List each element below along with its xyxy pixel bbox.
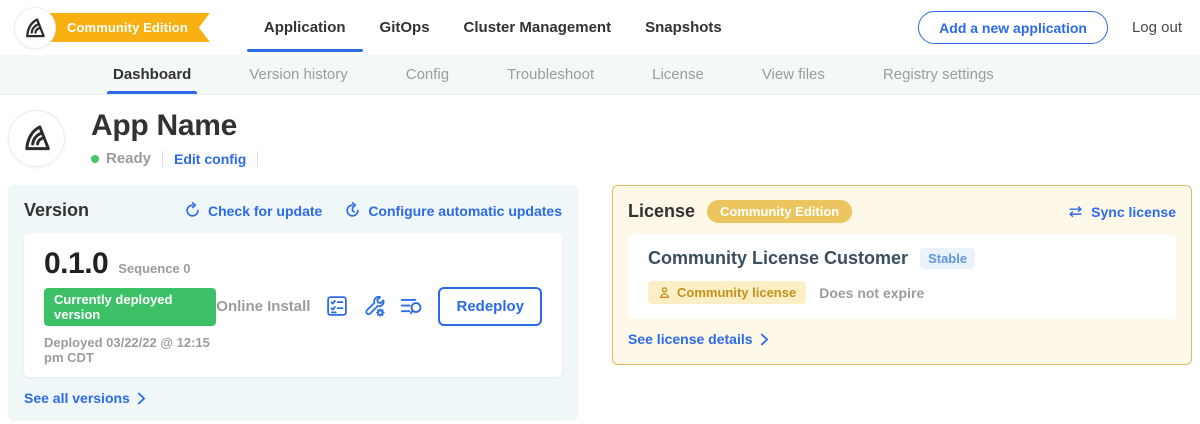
see-all-versions-link[interactable]: See all versions — [24, 390, 146, 406]
version-info: 0.1.0 Sequence 0 Currently deployed vers… — [44, 247, 216, 365]
topnav-actions: Add a new application Log out — [918, 11, 1182, 44]
checklist-icon[interactable] — [325, 294, 349, 318]
swap-arrows-icon — [1067, 203, 1084, 220]
license-type-row: Community license Does not expire — [648, 281, 1156, 304]
subnav-item-dashboard[interactable]: Dashboard — [113, 55, 191, 94]
community-edition-badge: Community Edition — [707, 200, 852, 223]
license-card-title: License — [628, 201, 695, 222]
subnav-item-license[interactable]: License — [652, 55, 704, 94]
tab-snapshots[interactable]: Snapshots — [645, 0, 722, 55]
add-new-application-button[interactable]: Add a new application — [918, 11, 1108, 44]
version-action-icons — [325, 294, 423, 318]
chevron-right-icon — [137, 392, 146, 405]
tab-label: Snapshots — [645, 19, 722, 36]
version-number: 0.1.0 — [44, 247, 108, 281]
tab-cluster-management[interactable]: Cluster Management — [464, 0, 612, 55]
version-card-actions: Check for update Configure automatic upd… — [184, 202, 562, 219]
dashboard-cards: Version Check for update Configure au — [0, 173, 1200, 421]
check-for-update-link[interactable]: Check for update — [184, 202, 322, 219]
green-status-dot-icon — [91, 155, 99, 163]
link-label: Configure automatic updates — [368, 203, 562, 219]
version-number-row: 0.1.0 Sequence 0 — [44, 247, 216, 281]
top-navigation: Community Edition Application GitOps Clu… — [0, 0, 1200, 55]
subnav-item-view-files[interactable]: View files — [762, 55, 825, 94]
see-license-details-link[interactable]: See license details — [628, 331, 769, 347]
chevron-right-icon — [760, 333, 769, 346]
link-label: Sync license — [1091, 204, 1176, 220]
edit-config-link[interactable]: Edit config — [174, 151, 246, 167]
deployed-timestamp: Deployed 03/22/22 @ 12:15 pm CDT — [44, 335, 216, 365]
license-title-group: License Community Edition — [628, 200, 852, 223]
expiry-text: Does not expire — [819, 285, 924, 301]
license-card-header: License Community Edition Sync license — [628, 200, 1176, 223]
subnav-item-registry-settings[interactable]: Registry settings — [883, 55, 994, 94]
refresh-arrow-icon — [184, 202, 201, 219]
install-type-label: Online Install — [216, 298, 310, 315]
divider — [162, 151, 163, 167]
link-label: See license details — [628, 331, 753, 347]
tab-label: Cluster Management — [464, 19, 612, 36]
app-logo-icon — [8, 110, 65, 167]
app-sub-navigation: Dashboard Version history Config Trouble… — [0, 55, 1200, 95]
subnav-item-config[interactable]: Config — [406, 55, 449, 94]
version-card-header: Version Check for update Configure au — [24, 200, 562, 221]
configure-automatic-updates-link[interactable]: Configure automatic updates — [344, 202, 562, 219]
link-label: See all versions — [24, 390, 130, 406]
currently-deployed-badge: Currently deployed version — [44, 288, 216, 326]
channel-badge: Stable — [920, 248, 975, 269]
subnav-label: View files — [762, 66, 825, 83]
license-card: License Community Edition Sync license C… — [612, 185, 1192, 365]
tab-gitops[interactable]: GitOps — [380, 0, 430, 55]
subnav-label: Config — [406, 66, 449, 83]
page-title: App Name — [91, 109, 258, 142]
divider — [257, 151, 258, 167]
brand: Community Edition — [14, 7, 210, 49]
sync-license-link[interactable]: Sync license — [1067, 203, 1176, 220]
subnav-label: Registry settings — [883, 66, 994, 83]
tab-label: GitOps — [380, 19, 430, 36]
link-label: Check for update — [208, 203, 322, 219]
license-details-panel: Community License Customer Stable Commun… — [628, 234, 1176, 319]
community-edition-ribbon: Community Edition — [35, 13, 210, 42]
subnav-label: License — [652, 66, 704, 83]
badge-label: Community license — [677, 285, 796, 300]
primary-tabs: Application GitOps Cluster Management Sn… — [264, 0, 722, 55]
refresh-clock-icon — [344, 202, 361, 219]
logout-link[interactable]: Log out — [1132, 19, 1182, 36]
subnav-label: Version history — [249, 66, 347, 83]
redeploy-button[interactable]: Redeploy — [438, 287, 542, 326]
status-label: Ready — [106, 150, 151, 167]
ribbon-label: Community Edition — [67, 20, 188, 35]
app-status-row: Ready Edit config — [91, 150, 258, 167]
subnav-label: Troubleshoot — [507, 66, 594, 83]
tab-label: Application — [264, 19, 346, 36]
app-title-block: App Name Ready Edit config — [91, 109, 258, 167]
app-header: App Name Ready Edit config — [0, 95, 1200, 173]
sequence-label: Sequence 0 — [118, 261, 190, 276]
version-card: Version Check for update Configure au — [8, 185, 578, 421]
customer-row: Community License Customer Stable — [648, 248, 1156, 269]
version-actions: Online Install — [216, 287, 542, 326]
subnav-label: Dashboard — [113, 66, 191, 83]
file-search-icon[interactable] — [399, 294, 423, 318]
wrench-gear-icon[interactable] — [362, 294, 386, 318]
subnav-item-version-history[interactable]: Version history — [249, 55, 347, 94]
replicated-logo-icon — [14, 7, 56, 49]
tab-application[interactable]: Application — [264, 0, 346, 55]
version-card-title: Version — [24, 200, 89, 221]
customer-name: Community License Customer — [648, 248, 908, 269]
person-icon — [658, 286, 671, 299]
subnav-item-troubleshoot[interactable]: Troubleshoot — [507, 55, 594, 94]
license-type-badge: Community license — [648, 281, 806, 304]
current-version-panel: 0.1.0 Sequence 0 Currently deployed vers… — [24, 233, 562, 377]
status-badge: Ready — [91, 150, 151, 167]
